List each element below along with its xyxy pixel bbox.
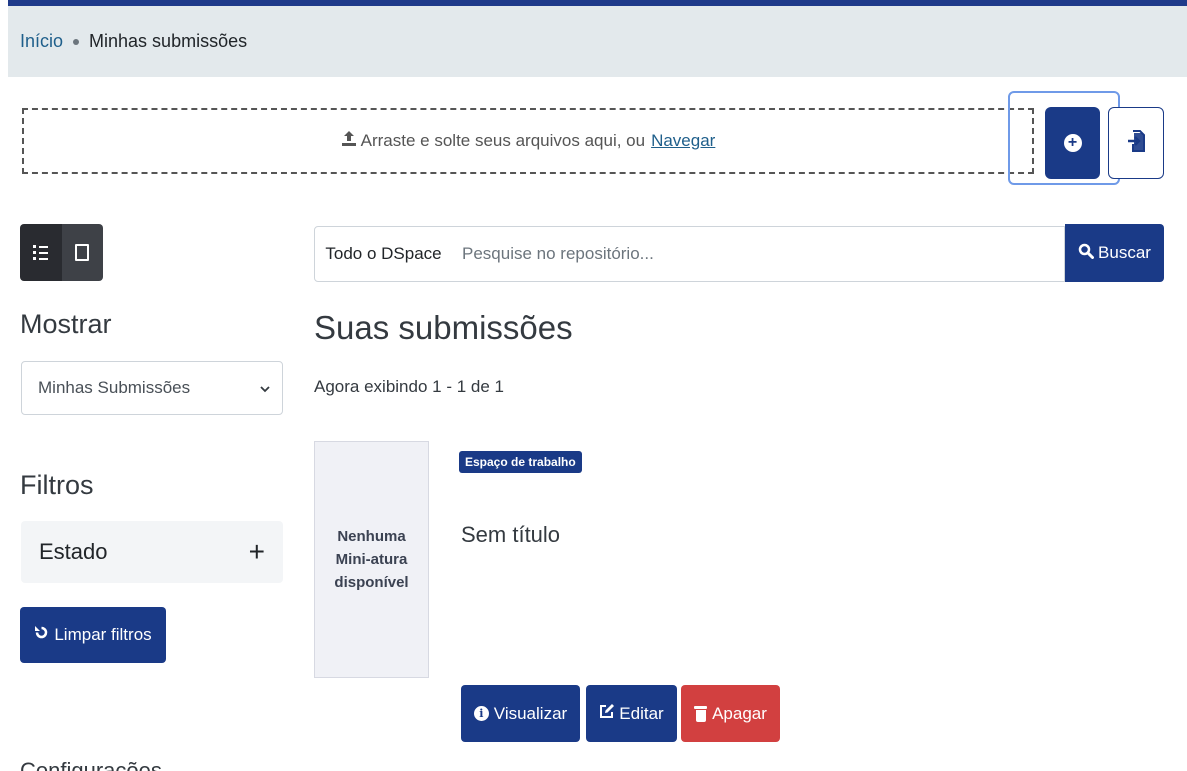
chevron-down-icon bbox=[260, 378, 270, 398]
info-icon: i bbox=[473, 706, 489, 721]
page-title: Suas submissões bbox=[314, 309, 573, 346]
list-view-button[interactable] bbox=[20, 224, 62, 281]
search-button-label: Buscar bbox=[1098, 243, 1151, 262]
file-import-icon bbox=[1127, 129, 1145, 157]
search-icon bbox=[1078, 243, 1095, 264]
view-button[interactable]: i Visualizar bbox=[461, 685, 580, 742]
import-button[interactable] bbox=[1108, 107, 1164, 179]
breadcrumb-home-link[interactable]: Início bbox=[20, 31, 63, 52]
submissions-select[interactable]: Minhas Submissões bbox=[21, 361, 283, 415]
edit-button[interactable]: Editar bbox=[586, 685, 677, 742]
breadcrumb: Início Minhas submissões bbox=[8, 6, 1187, 77]
view-button-label: Visualizar bbox=[493, 703, 568, 723]
dropzone-text: Arraste e solte seus arquivos aqui, ou bbox=[360, 131, 646, 150]
edit-button-label: Editar bbox=[619, 703, 664, 723]
plus-circle-icon: + bbox=[1063, 134, 1082, 152]
clear-filters-label: Limpar filtros bbox=[54, 625, 152, 644]
trash-icon bbox=[694, 705, 708, 722]
delete-button-label: Apagar bbox=[712, 703, 767, 723]
thumbnail-placeholder: Nenhuma Mini-atura disponível bbox=[314, 441, 429, 678]
search-scope-button[interactable]: Todo o DSpace bbox=[314, 226, 453, 282]
filters-label: Filtros bbox=[20, 470, 94, 500]
show-label: Mostrar bbox=[20, 309, 112, 339]
filter-state-label: Estado bbox=[39, 539, 108, 564]
breadcrumb-current: Minhas submissões bbox=[89, 31, 248, 51]
undo-icon bbox=[34, 625, 49, 645]
grid-view-button[interactable] bbox=[61, 224, 103, 281]
plus-icon: + bbox=[248, 536, 265, 567]
upload-icon bbox=[341, 130, 357, 152]
browse-link[interactable]: Navegar bbox=[651, 131, 715, 151]
filter-state-toggle[interactable]: Estado + bbox=[21, 521, 283, 583]
status-badge: Espaço de trabalho bbox=[459, 451, 582, 473]
square-icon bbox=[75, 244, 90, 261]
settings-heading: Configurações bbox=[20, 758, 162, 771]
breadcrumb-separator bbox=[73, 38, 80, 45]
results-count: Agora exibindo 1 - 1 de 1 bbox=[314, 377, 504, 396]
list-icon bbox=[33, 245, 49, 260]
delete-button[interactable]: Apagar bbox=[681, 685, 780, 742]
file-dropzone[interactable]: Arraste e solte seus arquivos aqui, ou N… bbox=[22, 108, 1034, 174]
select-value: Minhas Submissões bbox=[38, 378, 191, 397]
search-button[interactable]: Buscar bbox=[1065, 224, 1164, 282]
item-title[interactable]: Sem título bbox=[461, 522, 560, 548]
new-submission-button[interactable]: + bbox=[1045, 107, 1100, 179]
search-input[interactable] bbox=[452, 226, 1065, 282]
edit-icon bbox=[599, 703, 615, 724]
view-mode-toggle bbox=[20, 224, 103, 281]
clear-filters-button[interactable]: Limpar filtros bbox=[20, 607, 166, 663]
